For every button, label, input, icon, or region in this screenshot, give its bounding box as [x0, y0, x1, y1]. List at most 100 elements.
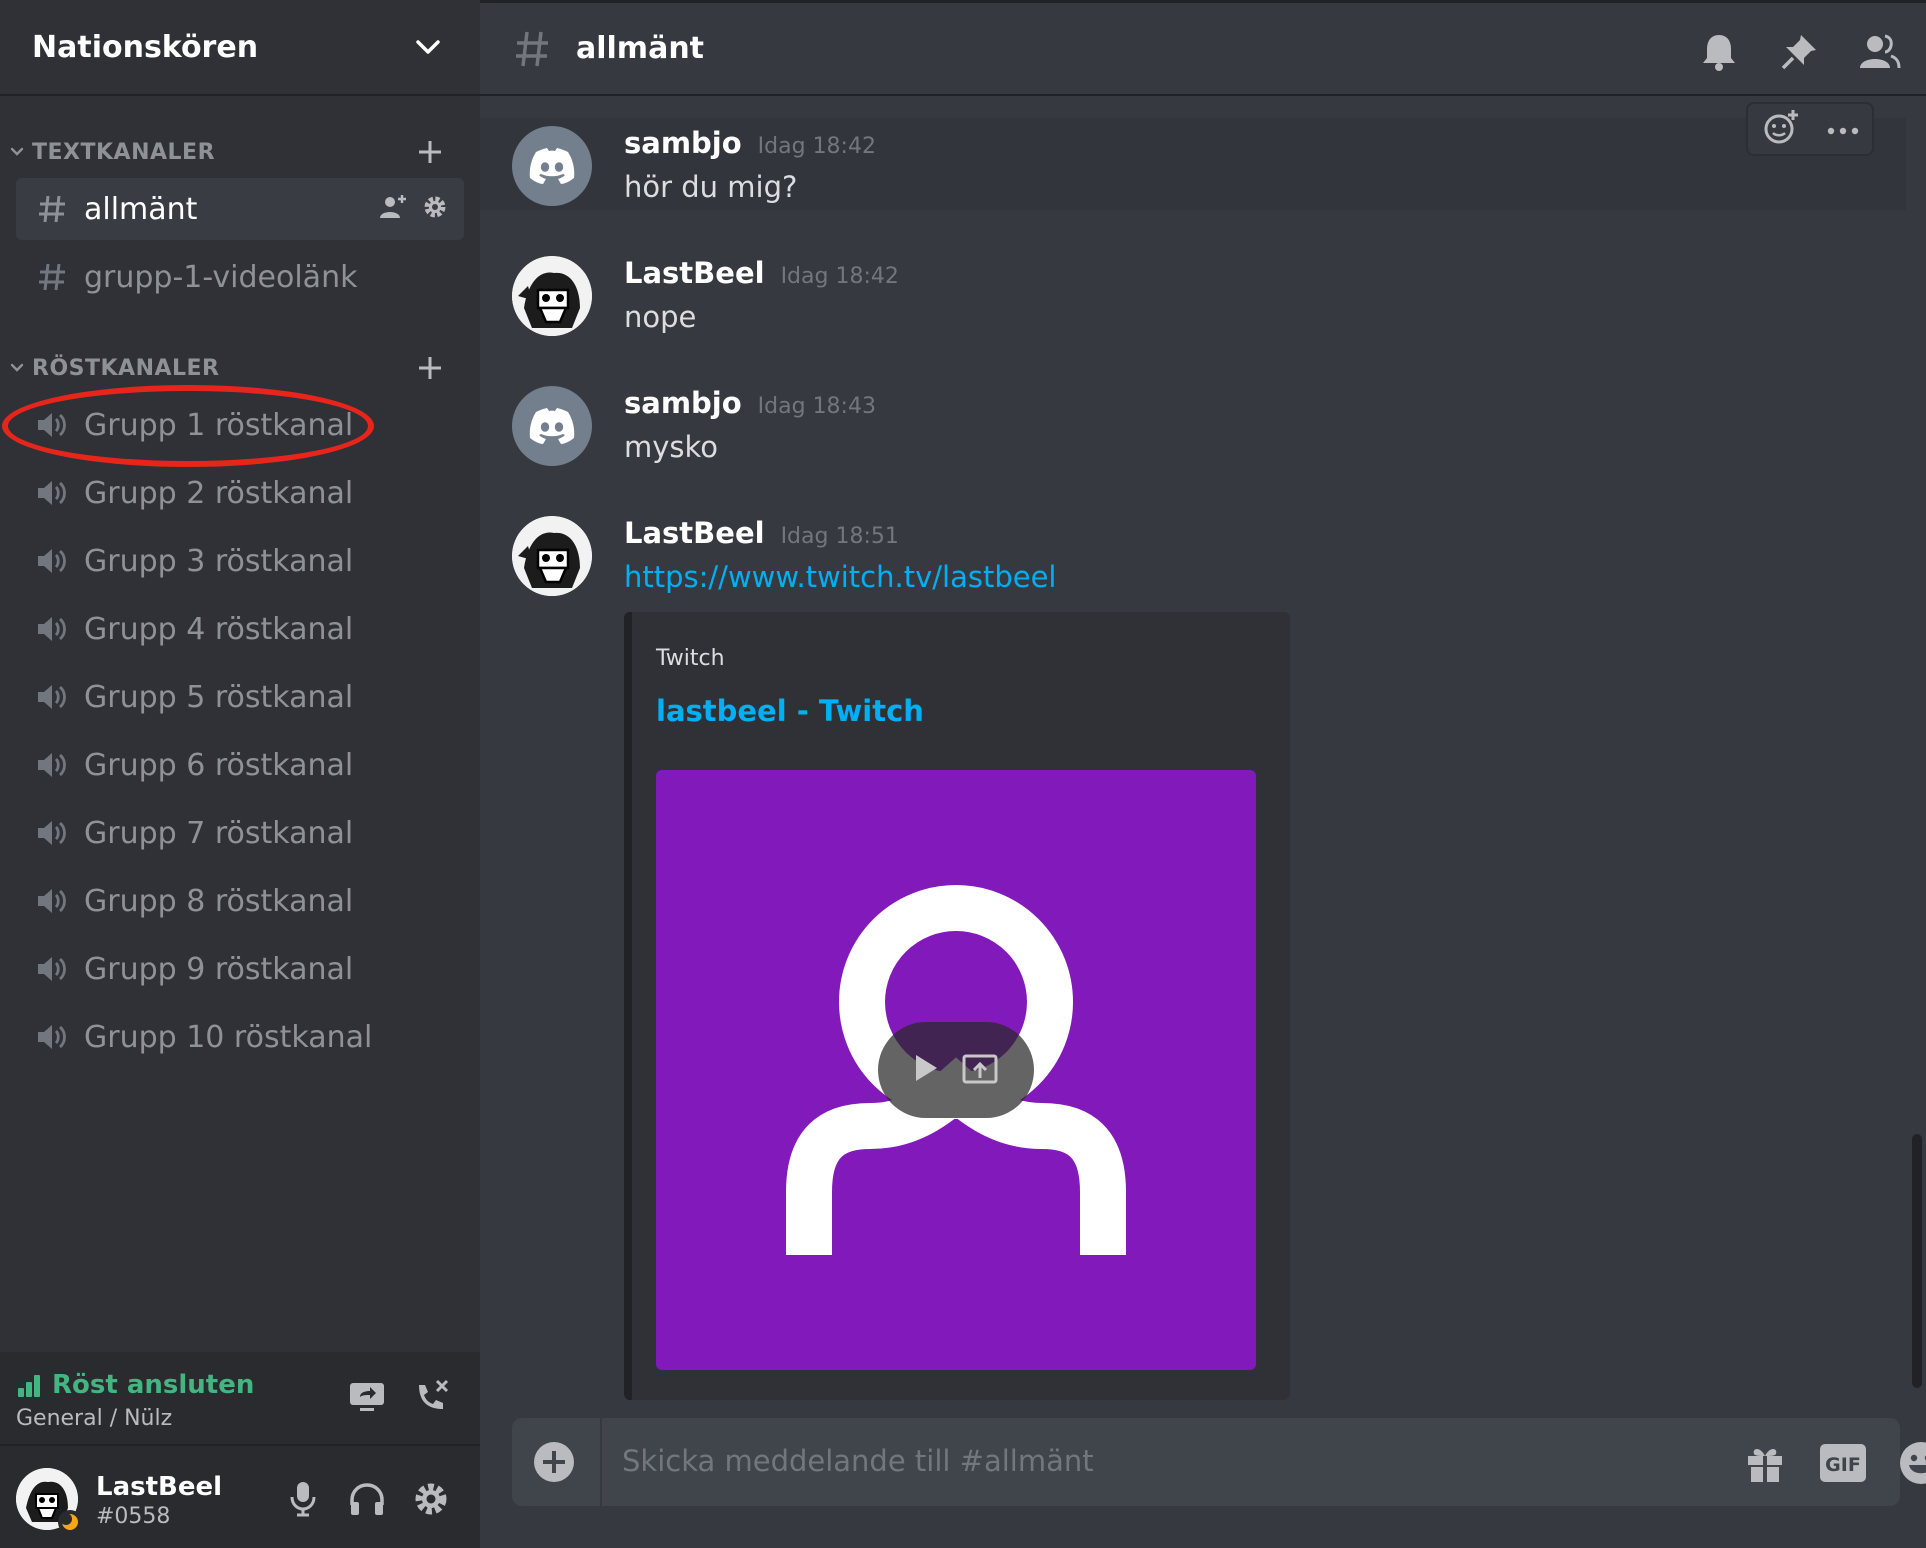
voice-channel-item[interactable]: Grupp 6 röstkanal	[16, 734, 464, 796]
message-text: nope	[624, 300, 697, 334]
avatar[interactable]	[512, 386, 592, 466]
category-text-channels[interactable]: TEXTKANALER	[0, 132, 480, 172]
message-input[interactable]: Skicka meddelande till #allmänt	[622, 1444, 1094, 1478]
message-author[interactable]: sambjo Idag 18:43	[624, 386, 876, 420]
avatar[interactable]	[512, 256, 592, 336]
message-author[interactable]: LastBeel Idag 18:42	[624, 256, 899, 290]
voice-channel-item[interactable]: Grupp 3 röstkanal	[16, 530, 464, 592]
channel-grupp-1-videolank[interactable]: grupp-1-videolänk	[16, 246, 464, 308]
voice-channel-item[interactable]: Grupp 7 röstkanal	[16, 802, 464, 864]
add-reaction-icon[interactable]	[1762, 108, 1800, 150]
author-name: LastBeel	[624, 256, 765, 290]
scrollbar[interactable]	[1912, 1134, 1922, 1388]
user-tag: #0558	[96, 1504, 171, 1529]
embed-thumbnail[interactable]	[656, 770, 1256, 1370]
speaker-icon	[34, 1019, 70, 1055]
embed-title-link[interactable]: lastbeel - Twitch	[656, 694, 924, 728]
signal-icon	[18, 1375, 40, 1397]
channel-label: allmänt	[84, 191, 198, 227]
category-voice-channels[interactable]: RÖSTKANALER	[0, 348, 480, 388]
screen-share-icon[interactable]	[344, 1374, 390, 1420]
voice-channel-item[interactable]: Grupp 2 röstkanal	[16, 462, 464, 524]
message-toolbar	[1746, 102, 1874, 156]
message-timestamp: Idag 18:43	[757, 394, 876, 419]
gear-icon[interactable]	[408, 1476, 454, 1522]
message-timestamp: Idag 18:42	[757, 134, 876, 159]
voice-location[interactable]: General / Nülz	[16, 1406, 172, 1431]
author-name: LastBeel	[624, 516, 765, 550]
channel-label: Grupp 7 röstkanal	[84, 815, 354, 851]
voice-status[interactable]: Röst ansluten	[16, 1370, 254, 1400]
voice-channel-item[interactable]: Grupp 8 röstkanal	[16, 870, 464, 932]
channel-allmant[interactable]: allmänt	[16, 178, 464, 240]
speaker-icon	[34, 407, 70, 443]
username: LastBeel	[96, 1472, 223, 1502]
message-text: hör du mig?	[624, 170, 798, 204]
add-channel-icon[interactable]	[412, 132, 448, 172]
disconnect-icon[interactable]	[408, 1374, 454, 1420]
server-name: Nationskören	[32, 29, 259, 65]
channel-label: Grupp 10 röstkanal	[84, 1019, 373, 1055]
voice-channel-item[interactable]: Grupp 9 röstkanal	[16, 938, 464, 1000]
chat-area: allmänt sambjo Idag 18:42 hör du mig? La…	[480, 0, 1926, 1548]
play-icon[interactable]	[913, 1053, 939, 1087]
speaker-icon	[34, 883, 70, 919]
gift-icon[interactable]	[1740, 1438, 1790, 1488]
channel-label: Grupp 6 röstkanal	[84, 747, 354, 783]
message-list: sambjo Idag 18:42 hör du mig? LastBeel Idag …	[480, 96, 1926, 1416]
gif-icon[interactable]: GIF	[1818, 1438, 1868, 1488]
speaker-icon	[34, 679, 70, 715]
hash-icon	[34, 259, 70, 295]
emoji-icon[interactable]	[1896, 1438, 1926, 1488]
upload-plus-icon[interactable]	[530, 1438, 578, 1486]
video-controls	[878, 1022, 1034, 1118]
user-panel: LastBeel #0558	[0, 1446, 480, 1548]
speaker-icon	[34, 951, 70, 987]
discord-window: Nationskören TEXTKANALER allmänt grupp-1…	[0, 0, 1926, 1548]
voice-channel-item[interactable]: Grupp 1 röstkanal	[16, 394, 464, 456]
link-embed: Twitch lastbeel - Twitch	[624, 612, 1290, 1400]
gif-label: GIF	[1825, 1454, 1861, 1476]
open-external-icon[interactable]	[961, 1051, 999, 1089]
gear-icon[interactable]	[422, 194, 448, 224]
message-author[interactable]: LastBeel Idag 18:51	[624, 516, 899, 550]
headphones-icon[interactable]	[344, 1476, 390, 1522]
message-timestamp: Idag 18:42	[780, 264, 899, 289]
voice-channel-item[interactable]: Grupp 4 röstkanal	[16, 598, 464, 660]
author-name: sambjo	[624, 386, 742, 420]
more-options-icon[interactable]	[1827, 120, 1859, 139]
voice-connection-panel: Röst ansluten General / Nülz	[0, 1352, 480, 1446]
avatar[interactable]	[512, 516, 592, 596]
message-timestamp: Idag 18:51	[780, 524, 899, 549]
hash-icon	[34, 191, 70, 227]
channel-label: Grupp 5 röstkanal	[84, 679, 354, 715]
chevron-down-icon[interactable]	[408, 27, 448, 67]
idle-status-icon	[58, 1510, 82, 1534]
voice-channel-item[interactable]: Grupp 5 röstkanal	[16, 666, 464, 728]
channel-label: Grupp 2 röstkanal	[84, 475, 354, 511]
channel-label: Grupp 1 röstkanal	[84, 407, 354, 443]
speaker-icon	[34, 611, 70, 647]
voice-channel-item[interactable]: Grupp 10 röstkanal	[16, 1006, 464, 1068]
members-icon[interactable]	[1854, 27, 1904, 77]
speaker-icon	[34, 815, 70, 851]
message-link[interactable]: https://www.twitch.tv/lastbeel	[624, 560, 1056, 594]
category-label: RÖSTKANALER	[32, 355, 220, 381]
hash-icon	[512, 29, 552, 73]
pin-icon[interactable]	[1774, 27, 1824, 77]
add-channel-icon[interactable]	[412, 348, 448, 388]
divider	[600, 1418, 602, 1506]
speaker-icon	[34, 543, 70, 579]
channel-title: allmänt	[576, 31, 705, 66]
microphone-icon[interactable]	[280, 1476, 326, 1522]
server-header[interactable]: Nationskören	[0, 0, 480, 96]
channel-label: Grupp 8 röstkanal	[84, 883, 354, 919]
invite-icon[interactable]	[378, 193, 408, 225]
channel-sidebar: Nationskören TEXTKANALER allmänt grupp-1…	[0, 0, 480, 1548]
message-composer: Skicka meddelande till #allmänt GIF	[512, 1418, 1926, 1506]
author-name: sambjo	[624, 126, 742, 160]
channel-label: Grupp 4 röstkanal	[84, 611, 354, 647]
avatar[interactable]	[512, 126, 592, 206]
message-author[interactable]: sambjo Idag 18:42	[624, 126, 876, 160]
bell-icon[interactable]	[1694, 27, 1744, 77]
